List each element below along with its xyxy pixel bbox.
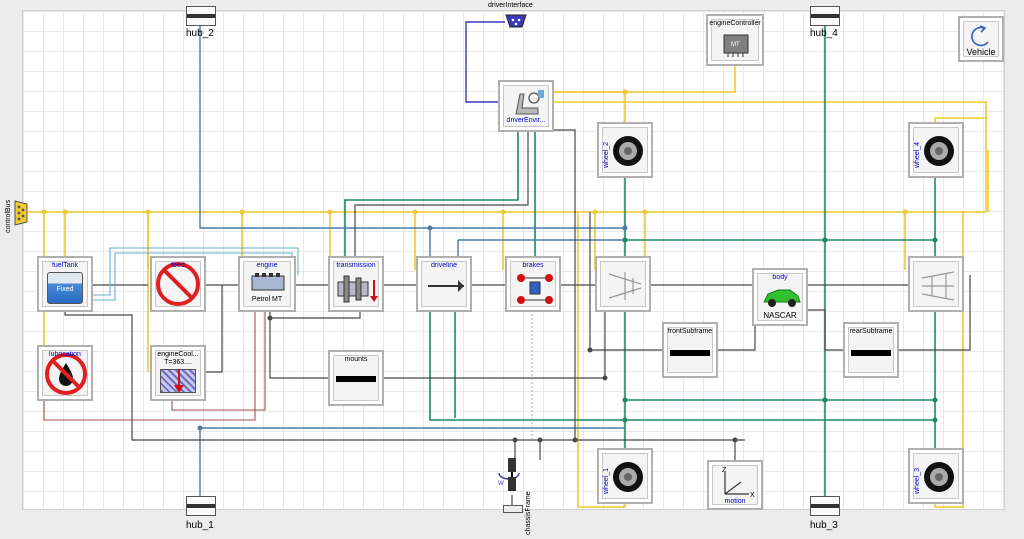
rear-subframe-label: rearSubframe — [849, 328, 893, 335]
hub-4-connector[interactable] — [810, 6, 840, 26]
wheel-4-label: wheel_4 — [914, 141, 921, 168]
wheel-2-component[interactable]: wheel_2 — [597, 122, 653, 178]
svg-text:W: W — [498, 481, 504, 487]
engine-sub: Petrol MT — [251, 296, 283, 303]
engine-controller-component[interactable]: engineController MT — [706, 14, 764, 66]
vehicle-component[interactable]: Vehicle — [958, 16, 1004, 62]
brakes-label: brakes — [522, 262, 544, 269]
driver-seat-icon — [515, 90, 544, 115]
chassis-frame-port[interactable] — [503, 505, 523, 513]
front-subframe-label: frontSubframe — [667, 328, 713, 335]
control-bus-connector-icon[interactable] — [14, 200, 28, 226]
tire-icon — [613, 462, 643, 492]
vehicle-label: Vehicle — [966, 47, 996, 57]
wheel-4-component[interactable]: wheel_4 — [908, 122, 964, 178]
body-label: body — [772, 274, 788, 281]
fuel-tank-label: fuelTank — [51, 262, 79, 269]
beam-icon — [670, 350, 710, 356]
hub-1-connector[interactable] — [186, 496, 216, 516]
control-bus-label: controlBus — [5, 199, 12, 233]
beam-icon — [851, 350, 891, 356]
beam-icon — [336, 376, 376, 382]
engine-block-icon — [251, 273, 285, 291]
tire-icon — [924, 462, 954, 492]
wheel-3-label: wheel_3 — [914, 467, 921, 494]
rear-suspension-component[interactable] — [908, 256, 964, 312]
controller-chip-icon: MT — [723, 34, 749, 57]
engine-component[interactable]: engine Petrol MT — [238, 256, 296, 312]
hub-4-label: hub_4 — [810, 28, 838, 39]
suspension-linkage-icon — [608, 272, 642, 300]
svg-text:Z: Z — [722, 467, 727, 474]
engine-controller-sub: MT — [731, 42, 740, 48]
brake-discs-icon — [517, 274, 553, 304]
race-car-icon — [763, 289, 801, 307]
wheel-1-component[interactable]: wheel_1 — [597, 448, 653, 504]
driver-environment-component[interactable]: driverEnvir... — [498, 80, 554, 132]
engine-cooling-component[interactable]: engineCool... T=363.... — [150, 345, 206, 401]
feed-label: feed — [171, 262, 185, 269]
chassis-frame-icon[interactable]: W — [495, 455, 529, 505]
body-component[interactable]: body NASCAR — [752, 268, 808, 326]
rear-subframe-component[interactable]: rearSubframe — [843, 322, 899, 378]
fuel-tank-component[interactable]: fuelTank Fixed — [37, 256, 93, 312]
driver-interface-connector-icon[interactable] — [505, 14, 527, 28]
body-sub: NASCAR — [763, 311, 797, 320]
front-suspension-component[interactable] — [595, 256, 651, 312]
engine-controller-label: engineController — [709, 20, 761, 27]
hub-2-label: hub_2 — [186, 28, 214, 39]
chassis-frame-label: chassisFrame — [525, 491, 532, 535]
driveline-component[interactable]: driveline — [416, 256, 472, 312]
wheel-2-label: wheel_2 — [603, 141, 610, 168]
hub-1-label: hub_1 — [186, 520, 214, 531]
lubrication-label: lubrication — [49, 351, 81, 358]
driver-environment-label: driverEnvir... — [506, 117, 546, 124]
hub-2-connector[interactable] — [186, 6, 216, 26]
engine-cooling-label: engineCool... — [157, 351, 199, 358]
front-subframe-component[interactable]: frontSubframe — [662, 322, 718, 378]
tire-icon — [924, 136, 954, 166]
coordinate-axes-icon: Z X — [722, 467, 755, 499]
feed-component[interactable]: feed — [150, 256, 206, 312]
hub-3-label: hub_3 — [810, 520, 838, 531]
engine-cooling-sub: T=363.... — [164, 359, 192, 366]
tire-icon — [613, 136, 643, 166]
shaft-icon — [428, 280, 464, 292]
wheel-1-label: wheel_1 — [603, 467, 610, 494]
heat-arrow-icon — [174, 369, 184, 393]
driveline-label: driveline — [430, 262, 458, 269]
hub-3-connector[interactable] — [810, 496, 840, 516]
driver-interface-label: driverInterface — [488, 2, 533, 9]
mounts-label: mounts — [344, 356, 368, 363]
lubrication-component[interactable]: lubrication — [37, 345, 93, 401]
gearbox-icon — [337, 275, 378, 303]
brakes-component[interactable]: brakes — [505, 256, 561, 312]
transmission-component[interactable]: transmission — [328, 256, 384, 312]
fuel-tank-sub: Fixed — [56, 286, 74, 293]
wheel-3-component[interactable]: wheel_3 — [908, 448, 964, 504]
suspension-linkage-icon — [921, 271, 955, 301]
motion-component[interactable]: Z X motion — [707, 460, 763, 510]
transmission-label: transmission — [336, 262, 376, 269]
mounts-component[interactable]: mounts — [328, 350, 384, 406]
motion-label: motion — [724, 498, 746, 505]
engine-label: engine — [256, 262, 278, 269]
